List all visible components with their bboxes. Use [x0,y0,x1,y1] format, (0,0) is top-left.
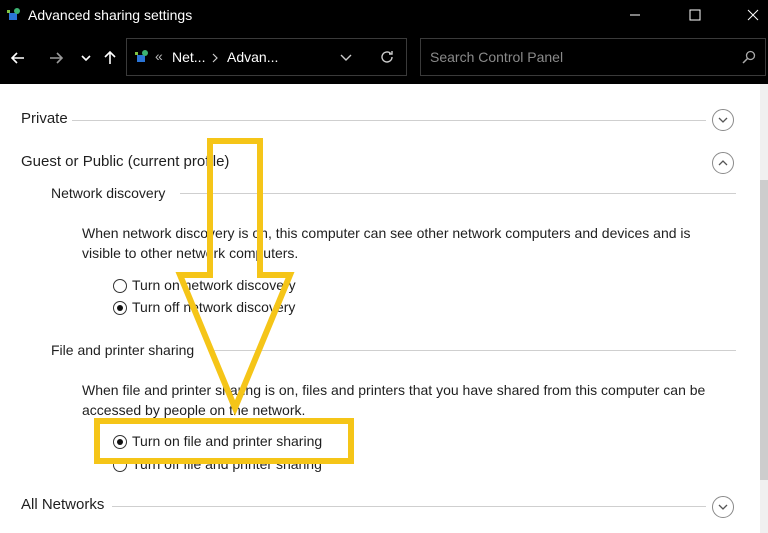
annotation-highlight-box [94,418,354,464]
